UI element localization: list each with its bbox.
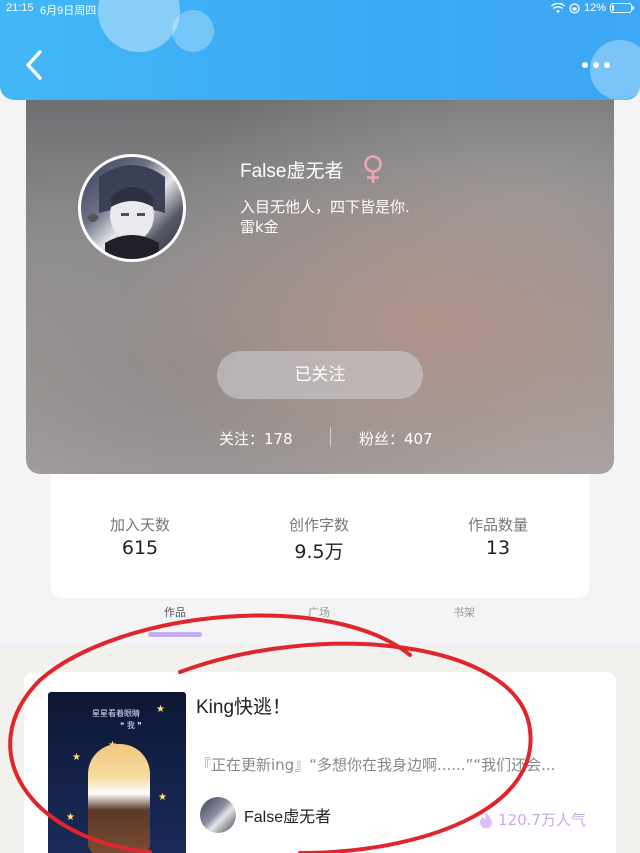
avatar-image <box>81 157 183 259</box>
cover-caption-2: ❝ 我 ❞ <box>120 721 142 730</box>
author-avatar <box>200 797 236 833</box>
fans-count[interactable]: 粉丝：407 <box>359 428 433 449</box>
female-icon <box>364 155 383 183</box>
battery-percent: 12% <box>583 2 606 14</box>
work-card[interactable]: 星星看着眼睛 ❝ 我 ❞ ★ ★ ★ ★ ★ King快逃！ 『正在更新ing』… <box>24 672 616 853</box>
star-icon: ★ <box>158 792 167 803</box>
star-icon: ★ <box>156 704 165 715</box>
summary-card: 加入天数 615 创作字数 9.5万 作品数量 13 <box>51 474 589 598</box>
cover-caption: 星星看着眼睛 <box>92 709 140 718</box>
status-bar: 21:15 6月9日周四 12% <box>0 0 640 18</box>
star-icon: ★ <box>72 752 81 763</box>
tab-indicator <box>437 632 491 637</box>
more-dot <box>582 62 588 68</box>
profile-tabs: 作品 广场 书架 <box>0 604 640 640</box>
avatar-illustration <box>87 165 165 259</box>
status-icons: 12% <box>550 2 634 14</box>
author-row[interactable]: False虚无者 <box>200 797 331 833</box>
tab-label: 广场 <box>308 606 330 619</box>
works-value: 13 <box>485 537 511 559</box>
join-days-value: 615 <box>121 537 159 559</box>
author-name: False虚无者 <box>244 809 332 826</box>
status-date: 6月9日周四 <box>40 5 97 17</box>
more-dot <box>604 62 610 68</box>
avatar[interactable] <box>78 154 186 262</box>
work-title[interactable]: King快逃！ <box>196 692 291 719</box>
works-stat: 作品数量 13 <box>428 514 568 559</box>
top-header: 21:15 6月9日周四 12% <box>0 0 640 100</box>
cover-character <box>88 744 150 853</box>
user-bio: 入目无他人，四下皆是你. <box>240 198 410 216</box>
follow-stats: 关注：178 粉丝：407 <box>26 425 614 449</box>
tab-indicator-active <box>148 632 202 637</box>
popularity: 120.7万人气 <box>478 809 586 830</box>
user-name: False虚无者 <box>240 160 344 182</box>
more-dot <box>593 62 599 68</box>
tab-works[interactable]: 作品 <box>130 604 220 637</box>
battery-icon <box>610 3 634 13</box>
tab-label: 书架 <box>453 606 475 619</box>
back-button[interactable] <box>18 48 52 82</box>
wifi-icon <box>550 2 565 13</box>
work-description: 『正在更新ing』“多想你在我身边啊......”“我们还会... <box>196 756 556 774</box>
more-options-button[interactable] <box>576 58 616 72</box>
name-row: False虚无者 <box>240 154 385 184</box>
words-stat: 创作字数 9.5万 <box>249 514 389 564</box>
rotation-lock-icon <box>569 2 580 14</box>
flame-icon <box>480 811 492 828</box>
followed-button[interactable]: 已关注 <box>217 351 423 399</box>
status-time: 21:15 <box>6 2 34 14</box>
star-icon: ★ <box>66 812 75 823</box>
tab-square[interactable]: 广场 <box>274 604 364 637</box>
join-days-stat: 加入天数 615 <box>70 514 210 559</box>
works-label: 作品数量 <box>467 516 528 534</box>
tab-bookshelf[interactable]: 书架 <box>419 604 509 637</box>
words-label: 创作字数 <box>288 516 349 534</box>
following-count[interactable]: 关注：178 <box>219 428 293 449</box>
work-cover-image[interactable]: 星星看着眼睛 ❝ 我 ❞ ★ ★ ★ ★ ★ <box>48 692 186 853</box>
stats-divider <box>330 427 331 447</box>
user-bio-extra: 雷k金 <box>240 218 279 236</box>
join-days-label: 加入天数 <box>109 516 170 534</box>
words-value: 9.5万 <box>294 541 344 563</box>
profile-card: False虚无者 入目无他人，四下皆是你. 雷k金 已关注 关注：178 粉丝：… <box>26 100 614 474</box>
tab-indicator <box>292 632 346 637</box>
chevron-left-icon <box>26 50 42 80</box>
popularity-value: 120.7万人气 <box>498 811 586 829</box>
tab-label: 作品 <box>164 606 186 619</box>
